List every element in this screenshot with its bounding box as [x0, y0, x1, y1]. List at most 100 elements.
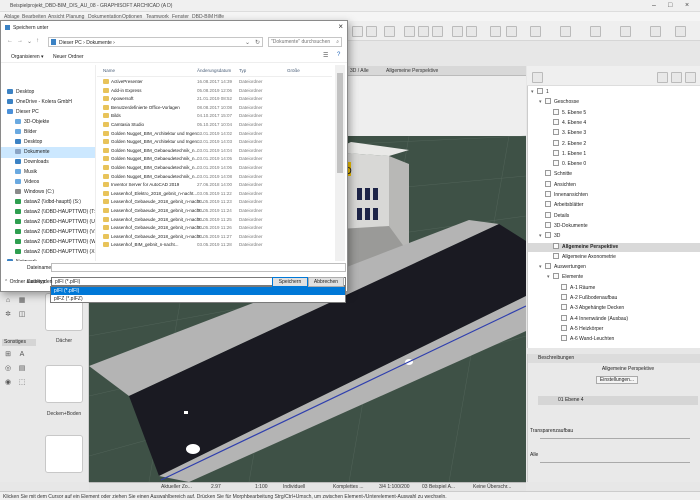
- tool-icon[interactable]: A: [18, 351, 26, 359]
- toolbar-button[interactable]: [404, 26, 415, 37]
- navigator-button[interactable]: [532, 72, 543, 83]
- toolbar-button[interactable]: [466, 26, 477, 37]
- close-window-icon[interactable]: ×: [685, 2, 689, 9]
- file-row[interactable]: Bilds 04.10.2017 15:07 Dateiordner: [97, 112, 332, 121]
- navigator-item[interactable]: A-5 Heizkörper: [528, 324, 700, 334]
- file-row[interactable]: Leasenhof_Gebaeude_2018_gebnit_n-nacht..…: [97, 216, 332, 225]
- tab-allgemeine-perspektive[interactable]: Allgemeine Perspektive: [386, 68, 438, 74]
- toolbar-button[interactable]: [506, 26, 517, 37]
- tool-icon[interactable]: ◫: [18, 311, 26, 319]
- layer-row[interactable]: 01 Ebene 4: [538, 396, 698, 405]
- file-row[interactable]: Golden Nugget_BIM_Architektur und Ingen.…: [97, 130, 332, 139]
- help-icon[interactable]: ?: [337, 52, 340, 58]
- transparency-slider[interactable]: [540, 438, 690, 439]
- save-button[interactable]: Speichern: [272, 277, 308, 287]
- toolbar-button[interactable]: [560, 26, 571, 37]
- toolbar-button[interactable]: [675, 26, 686, 37]
- navigator-item[interactable]: A-3 Abgehängte Decken: [528, 304, 700, 313]
- navigator-item[interactable]: Details: [528, 211, 700, 221]
- column-type[interactable]: Typ: [239, 68, 246, 73]
- navigator-item[interactable]: ▾ Auswertungen: [528, 263, 700, 272]
- filename-input[interactable]: [51, 263, 346, 272]
- tool-icon[interactable]: ✲: [4, 311, 12, 319]
- file-row[interactable]: Leasenhof_BIM_gebnit_n-nacht... 03.05.201…: [97, 241, 332, 250]
- file-row[interactable]: Golden Nugget_BIM_Gebaeudetechnik_n... 03…: [97, 147, 332, 156]
- tool-icon[interactable]: ⊞: [4, 351, 12, 359]
- chevron-down-icon[interactable]: ⌄: [245, 39, 250, 46]
- tool-icon[interactable]: ⌂: [4, 297, 12, 305]
- file-row[interactable]: Leasenhof_Elektro_2018_gebnit_n-nacht...…: [97, 190, 332, 199]
- navigator-item[interactable]: 0. Ebene 0: [528, 160, 700, 169]
- navigator-item[interactable]: ▾ 1: [528, 88, 700, 97]
- minimize-icon[interactable]: –: [652, 2, 656, 9]
- file-row[interactable]: ActivePresenter 16.08.2017 14:39 Dateiordn…: [97, 78, 332, 87]
- toolbar-button[interactable]: [366, 26, 377, 37]
- view-options-icon[interactable]: ☰: [323, 52, 328, 59]
- tool-icon[interactable]: ◉: [4, 379, 12, 387]
- column-name[interactable]: Name: [103, 68, 115, 73]
- organize-button[interactable]: Organisieren ▾: [11, 54, 44, 60]
- toolbar-button[interactable]: [452, 26, 463, 37]
- hide-folders-toggle[interactable]: ⌃ Ordner ausblenden: [4, 279, 52, 285]
- navigator-item[interactable]: Allgemeine Axonometrie: [528, 252, 700, 262]
- toolbar-button[interactable]: [384, 26, 395, 37]
- file-row[interactable]: Leasenhof_Gebaeude_2018_gebnit_n-nacht..…: [97, 233, 332, 242]
- navigator-button[interactable]: [657, 72, 668, 83]
- navigator-item[interactable]: 3D-Dokumente: [528, 221, 700, 231]
- navigator-item[interactable]: 3. Ebene 3: [528, 129, 700, 138]
- toolbox-section-sonstiges[interactable]: Sonstiges: [2, 339, 36, 346]
- navigator-item[interactable]: ▾ Geschosse: [528, 98, 700, 107]
- file-row[interactable]: Leasenhof_Gebaeude_2018_gebnit_n-nacht..…: [97, 207, 332, 216]
- tool-icon[interactable]: ⬚: [18, 379, 26, 387]
- settings-button[interactable]: Einstellungen...: [596, 376, 638, 384]
- up-arrow-icon[interactable]: ↑: [36, 38, 39, 44]
- file-row[interactable]: Inventor Server for AutoCAD 2019 27.06.20…: [97, 181, 332, 190]
- filetype-option[interactable]: pIFZ (*.pIFZ): [51, 295, 345, 303]
- renovation-field[interactable]: Keine Überschr...: [473, 484, 511, 491]
- refresh-icon[interactable]: ↻: [255, 39, 260, 46]
- cancel-button[interactable]: Abbrechen: [308, 277, 344, 287]
- navigator-item[interactable]: Arbeitsblätter: [528, 201, 700, 210]
- navigator-item[interactable]: 1. Ebene 1: [528, 149, 700, 159]
- navigator-item[interactable]: 5. Ebene 5: [528, 108, 700, 118]
- dialog-titlebar[interactable]: Speichern unter ×: [1, 21, 347, 34]
- toolbar-button[interactable]: [490, 26, 501, 37]
- column-date[interactable]: Änderungsdatum: [197, 68, 231, 73]
- navigator-item[interactable]: Schnitte: [528, 170, 700, 179]
- navigator-button[interactable]: [671, 72, 682, 83]
- navigator-item[interactable]: 2. Ebene 2: [528, 139, 700, 149]
- tree-item[interactable]: Netzwerk: [1, 257, 95, 261]
- chevron-down-icon[interactable]: ⌄: [27, 38, 32, 45]
- toolbar-button[interactable]: [530, 26, 541, 37]
- filetype-option[interactable]: pIFI (*.pIFI): [51, 287, 345, 295]
- toolbar-button[interactable]: [590, 26, 601, 37]
- tool-icon[interactable]: ◎: [4, 365, 12, 373]
- file-row[interactable]: Benutzerdefinierte Office-Vorlagen 08.08.…: [97, 104, 332, 113]
- breadcrumb[interactable]: Dieser PC › Dokumente › ⌄ ↻: [48, 37, 263, 47]
- navigator-item[interactable]: ▾ Elemente: [528, 273, 700, 282]
- maximize-icon[interactable]: □: [668, 2, 672, 9]
- graphic-override-field[interactable]: 03 Beispiel A...: [422, 484, 455, 491]
- file-row[interactable]: Golden Nugget_BIM_Gebaeudetechnik_n... 03…: [97, 155, 332, 164]
- navigator-button[interactable]: [685, 72, 696, 83]
- file-list-scrollbar[interactable]: [335, 65, 345, 261]
- file-row[interactable]: Leasenhof_Gebaeude_2018_gebnit_n-nacht..…: [97, 224, 332, 233]
- model-view-field[interactable]: Komplettes ...: [333, 484, 364, 491]
- file-row[interactable]: Apowersoft 21.01.2019 08:52 Dateiordner: [97, 95, 332, 104]
- file-row[interactable]: Golden Nugget_BIM_Gebaeudetechnik_n... 03…: [97, 164, 332, 173]
- navigator-item[interactable]: A-6 Wand-Leuchten: [528, 335, 700, 344]
- back-arrow-icon[interactable]: ←: [7, 38, 13, 44]
- close-icon[interactable]: ×: [338, 23, 343, 31]
- forward-arrow-icon[interactable]: →: [17, 38, 23, 44]
- tool-icon[interactable]: ▤: [18, 365, 26, 373]
- navigator-item[interactable]: Ansichten: [528, 180, 700, 190]
- column-size[interactable]: Größe: [287, 68, 300, 73]
- file-row[interactable]: Golden Nugget_BIM_Architektur und Ingen.…: [97, 138, 332, 147]
- toolbar-button[interactable]: [620, 26, 631, 37]
- navigator-item[interactable]: A-1 Räume: [528, 283, 700, 293]
- navigator-item[interactable]: A-2 Fußbodenaufbau: [528, 294, 700, 303]
- file-row[interactable]: Golden Nugget_BIM_Gebaeudetechnik_n... 03…: [97, 173, 332, 182]
- pen-set-field[interactable]: 3/4 1:100/200: [379, 484, 410, 491]
- zoom-value[interactable]: 2.97: [211, 484, 221, 491]
- file-row[interactable]: Camtasia Studio 05.10.2017 10:04 Dateiordn…: [97, 121, 332, 130]
